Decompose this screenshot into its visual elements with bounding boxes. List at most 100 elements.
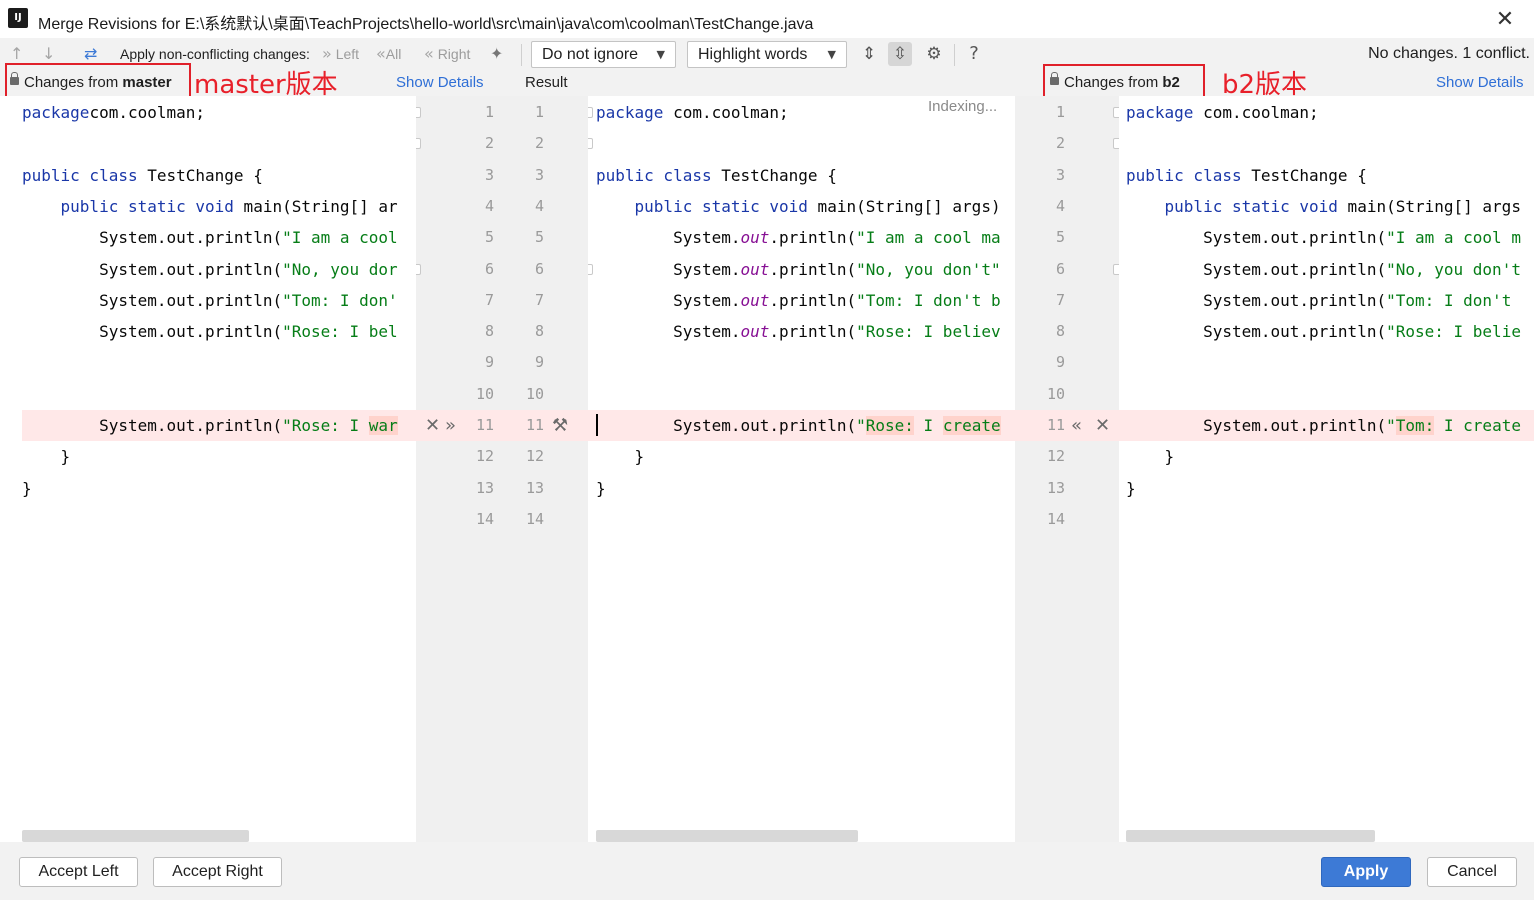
title-bar: IJ Merge Revisions for E:\系统默认\桌面\TeachP… <box>0 0 1534 38</box>
line-number: 8 <box>484 322 494 341</box>
collapse-unchanged-icon[interactable]: ⇕ <box>857 42 881 66</box>
line-number: 10 <box>525 384 544 403</box>
resolve-conflict-icon[interactable]: ⚒ <box>552 410 568 441</box>
result-horizontal-scrollbar[interactable] <box>596 830 858 842</box>
fold-marker-icon[interactable] <box>416 263 421 275</box>
discard-left-change-icon[interactable]: ✕ <box>425 410 440 441</box>
code-token: System.out.println( <box>596 416 857 435</box>
code-token: package <box>22 103 90 122</box>
annotation-box-master <box>5 63 191 98</box>
line-number: 9 <box>1055 353 1065 372</box>
code-token: create <box>942 416 1001 435</box>
line-number: 4 <box>1055 196 1065 215</box>
double-chevron-right-icon: » <box>322 44 332 63</box>
line-number: 1 <box>484 103 494 121</box>
close-icon[interactable]: ✕ <box>1494 8 1516 30</box>
left-editor[interactable]: packagecom.coolman; public class TestChan… <box>0 96 416 842</box>
line-number: 10 <box>475 384 494 403</box>
code-line: public class TestChange { <box>1126 160 1367 191</box>
accept-right-button[interactable]: Accept Right <box>153 857 282 887</box>
apply-right-change-icon[interactable]: « <box>1071 410 1082 441</box>
code-token: public static void <box>1164 196 1338 216</box>
code-token: public class <box>1126 165 1242 185</box>
fold-marker-icon[interactable] <box>588 263 593 275</box>
fold-marker-icon[interactable] <box>588 138 593 150</box>
fold-marker-icon[interactable] <box>588 107 593 118</box>
result-panel-title: Result <box>525 74 568 91</box>
code-token: com.coolman; <box>663 103 789 122</box>
code-token: System. <box>596 259 741 279</box>
line-number: 9 <box>534 353 544 372</box>
code-token: "Rose: I bel <box>282 322 398 342</box>
code-token: "I am a cool ma <box>856 228 1001 248</box>
line-number: 12 <box>475 447 494 466</box>
code-token: .println( <box>769 228 857 248</box>
code-line: System.out.println("No, you dor <box>22 254 398 285</box>
line-number: 1 <box>1055 103 1065 121</box>
code-token: } <box>1126 478 1136 498</box>
code-token: main(String[] ar <box>233 196 398 216</box>
code-token: System.out.println( <box>22 228 283 248</box>
left-horizontal-scrollbar[interactable] <box>22 830 249 842</box>
right-show-details-link[interactable]: Show Details <box>1436 70 1524 96</box>
result-editor[interactable]: package com.coolman; public class TestCha… <box>588 96 1015 842</box>
code-token: Rose: <box>865 416 914 435</box>
double-chevron-left-icon: « <box>424 44 434 63</box>
sync-scroll-icon[interactable]: ⇳ <box>888 42 912 66</box>
accept-left-button[interactable]: Accept Left <box>19 857 138 887</box>
gear-icon[interactable]: ⚙ <box>922 42 946 66</box>
code-token: System.out.println( <box>1126 416 1387 435</box>
code-line: public static void main(String[] args <box>1126 191 1521 222</box>
code-line: } <box>596 473 606 504</box>
code-line: } <box>596 441 645 472</box>
cancel-button[interactable]: Cancel <box>1427 857 1517 887</box>
code-line: package com.coolman; <box>596 97 789 128</box>
left-result-gutter: 1 2 3 4 5 6 7 8 9 10 11 12 13 14 1 2 3 4 5 6 7 8 9 10 11 12 13 14 ✕»… <box>416 96 588 842</box>
code-line: System.out.println("Rose: I war <box>22 410 398 441</box>
code-line: public class TestChange { <box>596 160 837 191</box>
apply-left-change-icon[interactable]: » <box>445 410 456 441</box>
line-number: 1 <box>534 103 544 121</box>
code-token: public class <box>596 165 712 185</box>
highlight-mode-value: Highlight words <box>698 46 808 63</box>
code-token: System. <box>596 322 741 342</box>
apply-all-label: All <box>385 46 402 62</box>
line-number: 4 <box>484 196 494 215</box>
help-icon[interactable]: ? <box>962 42 986 66</box>
fold-marker-icon[interactable] <box>416 107 421 118</box>
right-horizontal-scrollbar[interactable] <box>1126 830 1375 842</box>
ignore-whitespace-select[interactable]: Do not ignore ▼ <box>531 41 676 68</box>
code-token: "Tom: I don't <box>1386 290 1521 310</box>
code-token: .println( <box>769 290 857 310</box>
discard-right-change-icon[interactable]: ✕ <box>1095 410 1110 441</box>
window-title: Merge Revisions for E:\系统默认\桌面\TeachProj… <box>38 16 814 33</box>
merge-status: No changes. 1 conflict. <box>1368 45 1530 62</box>
annotation-box-b2 <box>1043 64 1205 100</box>
code-token: .println( <box>769 259 857 279</box>
code-token: "Tom: I don't b <box>856 290 1001 310</box>
magic-resolve-icon[interactable]: ✦ <box>490 38 503 70</box>
code-token: "I am a cool m <box>1386 228 1521 248</box>
left-show-details-link[interactable]: Show Details <box>396 70 484 96</box>
code-token: I <box>913 416 943 435</box>
code-token: " <box>1386 416 1396 435</box>
line-number: 12 <box>525 447 544 466</box>
ignore-whitespace-value: Do not ignore <box>542 46 639 63</box>
highlight-mode-select[interactable]: Highlight words ▼ <box>687 41 847 68</box>
fold-marker-icon[interactable] <box>416 138 421 150</box>
apply-button[interactable]: Apply <box>1321 857 1411 887</box>
code-token: "Rose: I believ <box>856 322 1001 342</box>
apply-all-button[interactable]: «All <box>376 38 401 70</box>
code-line: } <box>1126 473 1136 504</box>
code-token: main(String[] args) <box>807 196 1001 216</box>
apply-right-button[interactable]: « Right <box>424 38 470 70</box>
code-token: TestChange { <box>137 165 263 185</box>
code-line: System.out.println("Rose: I create <box>596 410 1001 441</box>
code-line: System.out.println("I am a cool <box>22 222 398 253</box>
code-token: war <box>368 416 398 435</box>
code-line: System.out.println("Tom: I don't <box>1126 285 1521 316</box>
line-number: 13 <box>475 478 494 497</box>
code-line: public static void main(String[] ar <box>22 191 398 222</box>
right-editor[interactable]: package com.coolman; public class TestCha… <box>1119 96 1534 842</box>
